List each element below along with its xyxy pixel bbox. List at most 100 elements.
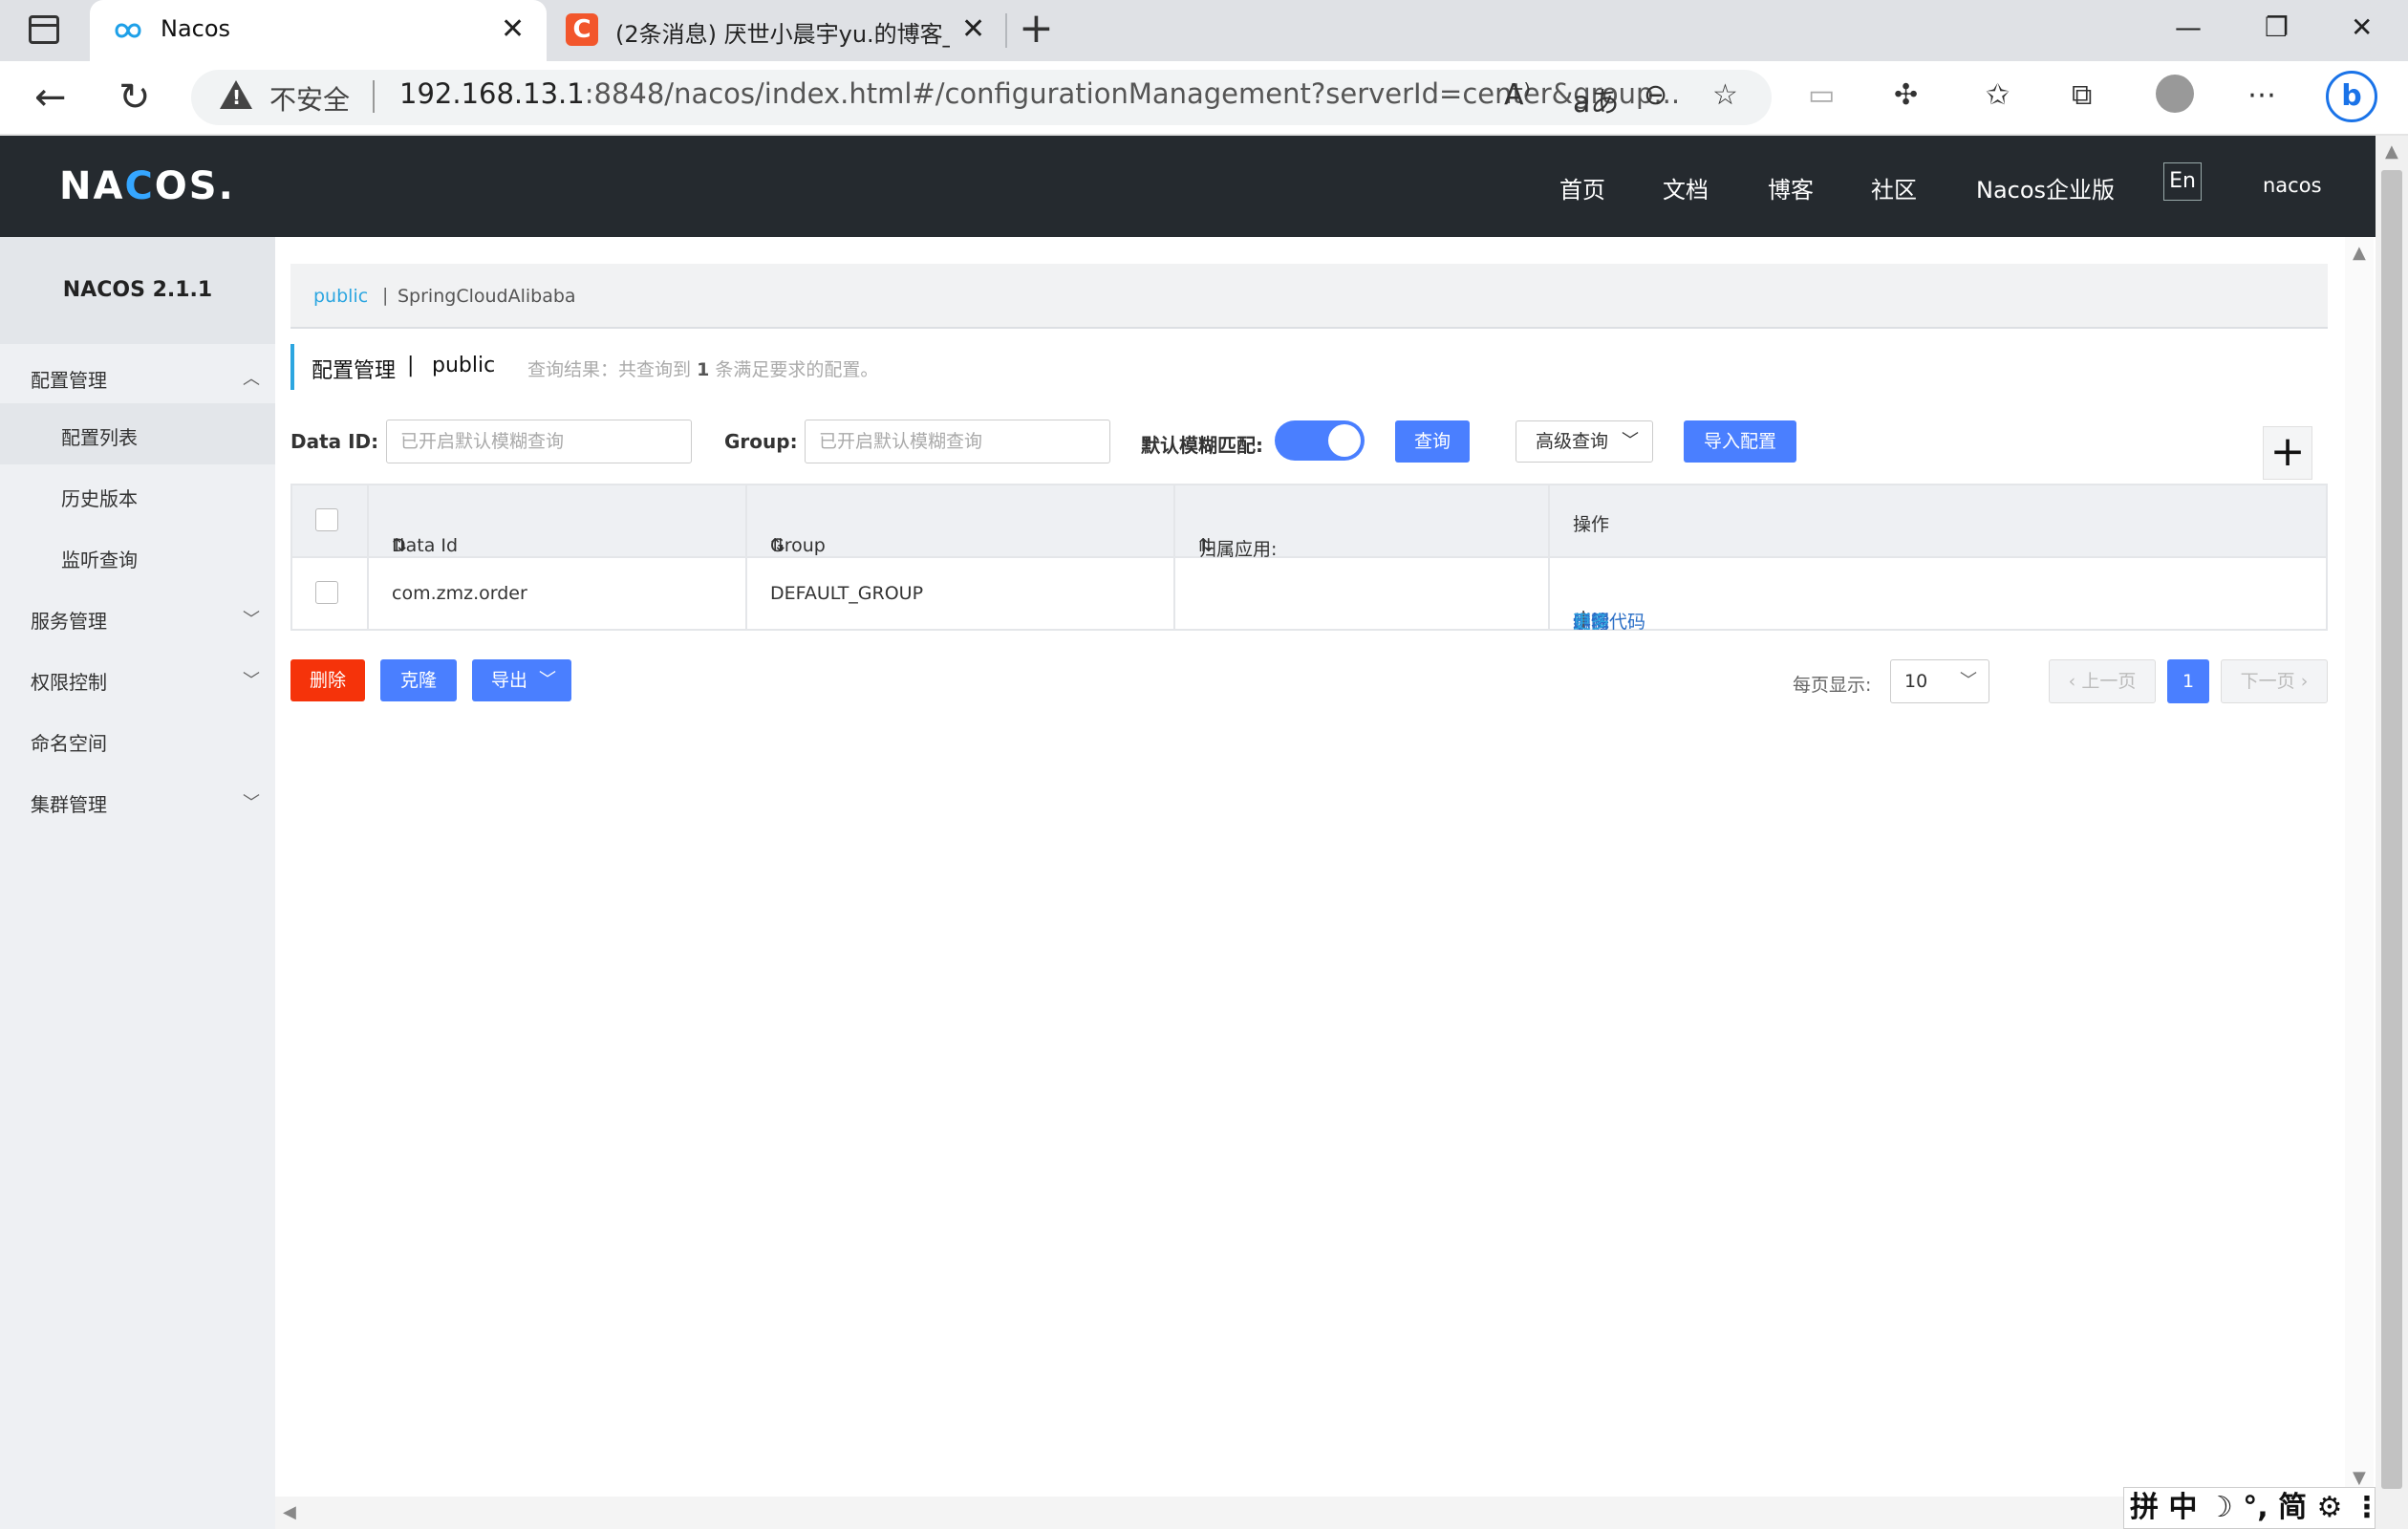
sidebar-item-service-management[interactable]: 服务管理 ﹀	[31, 606, 260, 634]
table-header: Data Id ⇅ Group ⇅ 归属应用: ⇅ 操作	[292, 485, 2326, 560]
favorites-icon[interactable]: ✩	[1986, 78, 2010, 112]
header-actions: 操作	[1573, 514, 1610, 535]
page-vertical-scrollbar[interactable]: ▲	[2376, 136, 2408, 1529]
more-icon[interactable]: ⋯	[2247, 78, 2276, 112]
collections-icon[interactable]: ⧉	[2072, 78, 2092, 112]
row-select-cell	[292, 558, 369, 629]
nav-home[interactable]: 首页	[1559, 171, 1605, 205]
header-select-cell	[292, 485, 369, 556]
sort-icon[interactable]: ⇅	[770, 535, 785, 556]
page-1-button[interactable]: 1	[2167, 659, 2209, 703]
header-dataid[interactable]: Data Id ⇅	[369, 485, 747, 556]
sort-icon[interactable]: ⇅	[1198, 535, 1214, 556]
next-page-button[interactable]: 下一页 ›	[2221, 659, 2328, 703]
chevron-down-icon: ﹀	[243, 793, 260, 813]
user-name[interactable]: nacos	[2263, 174, 2322, 197]
bing-icon[interactable]: b	[2326, 71, 2377, 122]
sidebar-item-namespace[interactable]: 命名空间	[31, 728, 260, 756]
version-label: NACOS 2.1.1	[0, 237, 275, 344]
add-favorite-icon[interactable]: ☆	[1712, 78, 1738, 112]
nav-community[interactable]: 社区	[1871, 171, 1917, 205]
prev-page-button[interactable]: ‹ 上一页	[2049, 659, 2156, 703]
advanced-query-button[interactable]: 高级查询 ﹀	[1516, 420, 1653, 463]
group-label: Group:	[724, 430, 798, 453]
new-tab-icon[interactable]: +	[1019, 8, 1054, 50]
url-text[interactable]: 192.168.13.1:8848/nacos/index.html#/conf…	[399, 77, 1680, 110]
back-icon[interactable]: ←	[34, 75, 67, 120]
read-aloud-icon[interactable]: A⁾	[1504, 78, 1531, 112]
sidebar-item-access-control[interactable]: 权限控制 ﹀	[31, 667, 260, 695]
row-checkbox[interactable]	[315, 581, 338, 604]
namespace-bar: public | SpringCloudAlibaba	[290, 264, 2328, 329]
content-vertical-scrollbar[interactable]: ▲ ▼	[2345, 237, 2374, 1498]
refresh-icon[interactable]: ↻	[118, 75, 151, 120]
page-size-select[interactable]: 10 ﹀	[1890, 659, 1989, 703]
import-config-button[interactable]: 导入配置	[1684, 420, 1796, 463]
cell-actions: 详情 | 示例代码 | 编辑 | 删除 | 更多	[1573, 608, 1646, 633]
nacos-logo[interactable]: NACOS.	[59, 164, 235, 208]
export-button[interactable]: 导出 ﹀	[472, 659, 571, 701]
immersive-reader-icon[interactable]: ▭	[1808, 78, 1835, 112]
scroll-up-icon[interactable]: ▲	[2353, 243, 2366, 263]
query-result-text: 查询结果：共查询到 1 条满足要求的配置。	[527, 359, 879, 380]
tab-title: (2条消息) 厌世小晨宇yu.的博客_C	[615, 21, 950, 48]
warning-icon[interactable]	[220, 80, 252, 109]
fuzzy-match-toggle[interactable]	[1275, 420, 1365, 461]
address-bar: ← ↻ 不安全 192.168.13.1:8848/nacos/index.ht…	[0, 61, 2408, 136]
page-title: 配置管理	[312, 359, 397, 383]
url-divider	[373, 80, 375, 113]
scroll-up-icon[interactable]: ▲	[2385, 141, 2398, 162]
nav-docs[interactable]: 文档	[1663, 171, 1709, 205]
minimize-icon[interactable]: —	[2175, 11, 2202, 43]
csdn-favicon-icon: C	[566, 13, 598, 46]
page-breadcrumb: 配置管理 | public 查询结果：共查询到 1 条满足要求的配置。	[290, 344, 878, 390]
sidebar-item-config-management[interactable]: 配置管理 ︿	[31, 365, 260, 393]
query-button[interactable]: 查询	[1395, 420, 1470, 463]
namespace-springcloudalibaba[interactable]: SpringCloudAlibaba	[398, 286, 576, 307]
cell-app	[1175, 558, 1550, 629]
tab-title: Nacos	[161, 15, 231, 42]
close-tab-icon[interactable]: ✕	[501, 15, 525, 44]
zoom-out-icon[interactable]: ⊖	[1644, 78, 1667, 112]
restore-icon[interactable]: ❐	[2265, 11, 2289, 43]
translate-icon[interactable]: aあ	[1573, 78, 1619, 120]
sidebar-item-config-list[interactable]: 配置列表	[61, 422, 138, 450]
chevron-down-icon: ﹀	[243, 671, 260, 691]
sidebar-item-history[interactable]: 历史版本	[61, 484, 138, 511]
bulk-clone-button[interactable]: 克隆	[380, 659, 457, 701]
scroll-down-icon[interactable]: ▼	[2353, 1468, 2366, 1488]
tab-actions-icon[interactable]	[29, 15, 59, 44]
profile-avatar-icon[interactable]	[2156, 75, 2194, 113]
dataid-input[interactable]	[386, 420, 692, 463]
breadcrumb-divider: |	[407, 354, 415, 377]
header-group[interactable]: Group ⇅	[747, 485, 1175, 556]
tab-nacos[interactable]: Nacos ✕	[90, 0, 547, 61]
window-close-icon[interactable]: ✕	[2351, 11, 2373, 43]
language-button[interactable]: En	[2163, 162, 2202, 201]
breadcrumb-namespace: public	[432, 354, 496, 377]
nav-enterprise[interactable]: Nacos企业版	[1976, 171, 2115, 205]
tab-blog[interactable]: C (2条消息) 厌世小晨宇yu.的博客_C ✕	[562, 0, 1001, 61]
select-all-checkbox[interactable]	[315, 508, 338, 531]
ime-toolbar[interactable]: 拼 中 ☽ °, 简 ⚙ ⋮	[2123, 1487, 2381, 1529]
group-input[interactable]	[805, 420, 1110, 463]
sort-icon[interactable]: ⇅	[392, 535, 407, 556]
namespace-public[interactable]: public	[313, 286, 368, 307]
namespace-divider: |	[382, 285, 389, 306]
more-link[interactable]: 更多	[1573, 608, 1609, 634]
header-app[interactable]: 归属应用: ⇅	[1175, 485, 1550, 560]
config-table: Data Id ⇅ Group ⇅ 归属应用: ⇅ 操作 com.zmz.ord…	[290, 484, 2328, 633]
sidebar-item-cluster-management[interactable]: 集群管理 ﹀	[31, 789, 260, 817]
add-config-button[interactable]: +	[2263, 426, 2312, 480]
nav-blog[interactable]: 博客	[1768, 171, 1814, 205]
browser-tab-bar: Nacos ✕ C (2条消息) 厌世小晨宇yu.的博客_C ✕ + — ❐ ✕	[0, 0, 2408, 61]
sidebar-item-listen-query[interactable]: 监听查询	[61, 545, 138, 572]
scrollbar-thumb[interactable]	[2381, 170, 2402, 1489]
bulk-delete-button[interactable]: 删除	[290, 659, 365, 701]
scroll-left-icon[interactable]: ◀	[283, 1502, 296, 1522]
insecure-label[interactable]: 不安全	[269, 79, 350, 118]
dataid-label: Data ID:	[290, 430, 379, 453]
extensions-icon[interactable]: ✣	[1894, 78, 1918, 112]
close-tab-icon[interactable]: ✕	[961, 15, 985, 44]
horizontal-scrollbar[interactable]: ◀	[275, 1497, 2376, 1529]
